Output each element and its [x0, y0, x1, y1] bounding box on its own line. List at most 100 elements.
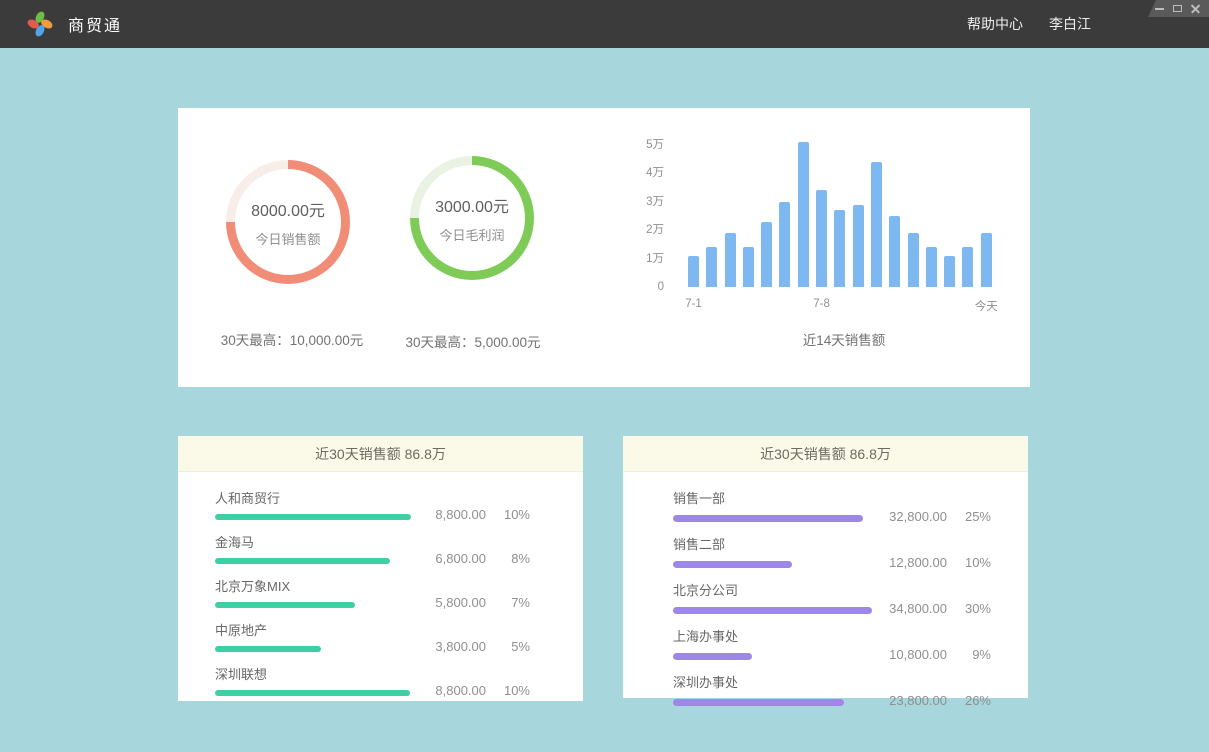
top-nav: 帮助中心 李白江 [967, 14, 1091, 34]
rank-row: 销售一部32,800.0025% [673, 488, 991, 522]
x-axis-tick: 7-1 [685, 298, 702, 310]
rank-row: 深圳联想8,800.0010% [215, 664, 530, 696]
customer-rank-card: 近30天销售额 86.8万 人和商贸行8,800.0010%金海马6,800.0… [178, 436, 583, 701]
rank-item-name: 金海马 [215, 532, 412, 551]
rank-item-percent: 25% [947, 509, 991, 524]
rank-item-bar [215, 514, 411, 520]
y-axis-tick: 4万 [646, 166, 664, 180]
rank-item-name: 销售一部 [673, 488, 873, 507]
daily-sales-bar [853, 205, 864, 287]
dept-rank-title: 近30天销售额 86.8万 [623, 436, 1028, 472]
daily-sales-bar [743, 247, 754, 287]
y-axis-tick: 1万 [646, 252, 664, 266]
y-axis-tick: 2万 [646, 223, 664, 237]
daily-sales-bar [816, 190, 827, 287]
daily-sales-bar [706, 247, 717, 287]
rank-item-percent: 7% [486, 595, 530, 610]
maximize-icon [1173, 5, 1182, 12]
nav-help-center[interactable]: 帮助中心 [967, 14, 1023, 34]
rank-item-bar [215, 602, 355, 608]
title-bar: 商贸通 帮助中心 李白江 [0, 0, 1209, 48]
rank-item-percent: 5% [486, 639, 530, 654]
daily-sales-bar [761, 222, 772, 287]
daily-sales-bar [688, 256, 699, 287]
dept-rank-card: 近30天销售额 86.8万 销售一部32,800.0025% 销售二部12,800… [623, 436, 1028, 698]
dept-rank-list: 销售一部32,800.0025% 销售二部12,800.0010% 北京分公司34,… [623, 472, 1028, 706]
rank-item-amount: 12,800.00 [873, 555, 947, 570]
rank-item-name: 北京万象MIX [215, 576, 412, 595]
rank-item-bar [673, 515, 863, 522]
daily-sales-bar [908, 233, 919, 287]
app-logo-icon [26, 10, 54, 38]
rank-item-percent: 30% [947, 601, 991, 616]
rank-row: 中原地产3,800.005% [215, 620, 530, 652]
minimize-button[interactable] [1155, 8, 1164, 10]
customer-rank-title: 近30天销售额 86.8万 [178, 436, 583, 472]
rank-item-amount: 8,800.00 [412, 507, 486, 522]
app-title: 商贸通 [68, 12, 122, 36]
minimize-icon [1155, 8, 1164, 10]
daily-sales-bar [779, 202, 790, 287]
rank-item-percent: 26% [947, 693, 991, 708]
today-profit-value: 3000.00元 [435, 193, 509, 217]
rank-item-name: 销售二部 [673, 534, 873, 553]
rank-item-amount: 34,800.00 [873, 601, 947, 616]
rank-row: 北京万象MIX5,800.007% [215, 576, 530, 608]
daily-sales-bar [834, 210, 845, 287]
daily-sales-bar [889, 216, 900, 287]
x-axis-tick: 7-8 [813, 298, 830, 310]
nav-user-name[interactable]: 李白江 [1049, 14, 1091, 34]
rank-item-name: 中原地产 [215, 620, 412, 639]
rank-item-name: 上海办事处 [673, 626, 873, 645]
today-sales-value: 8000.00元 [251, 197, 325, 221]
rank-item-amount: 8,800.00 [412, 683, 486, 698]
sales-14d-bar-chart [688, 145, 1000, 287]
daily-sales-bar [871, 162, 882, 287]
rank-item-percent: 8% [486, 551, 530, 566]
sales-chart-caption: 近14天销售额 [688, 329, 1000, 349]
daily-sales-bar [944, 256, 955, 287]
rank-item-bar [673, 699, 844, 706]
rank-item-amount: 32,800.00 [873, 509, 947, 524]
rank-item-name: 深圳办事处 [673, 672, 873, 691]
daily-sales-bar [981, 233, 992, 287]
rank-item-bar [673, 561, 792, 568]
today-profit-footnote: 30天最高：5,000.00元 [359, 331, 587, 351]
maximize-button[interactable] [1173, 5, 1182, 12]
today-summary-card: 8000.00元 今日销售额 30天最高：10,000.00元 3000.00元… [178, 108, 1030, 387]
rank-item-bar [673, 653, 752, 660]
rank-item-amount: 23,800.00 [873, 693, 947, 708]
window-controls [1143, 0, 1209, 17]
rank-item-bar [215, 646, 321, 652]
daily-sales-bar [798, 142, 809, 287]
daily-sales-bar [962, 247, 973, 287]
x-axis-tick: 今天 [975, 298, 998, 314]
rank-item-name: 人和商贸行 [215, 488, 412, 507]
customer-rank-list: 人和商贸行8,800.0010%金海马6,800.008%北京万象MIX5,80… [178, 472, 583, 696]
sales-chart-x-axis: 7-1 7-8 今天 [688, 298, 1000, 312]
today-sales-label: 今日销售额 [255, 229, 320, 248]
rank-item-percent: 10% [486, 683, 530, 698]
rank-item-name: 深圳联想 [215, 664, 412, 683]
rank-item-bar [215, 558, 390, 564]
today-profit-label: 今日毛利润 [439, 225, 504, 244]
daily-sales-bar [926, 247, 937, 287]
daily-sales-bar [725, 233, 736, 287]
rank-item-amount: 5,800.00 [412, 595, 486, 610]
rank-row: 北京分公司34,800.0030% [673, 580, 991, 614]
rank-item-amount: 6,800.00 [412, 551, 486, 566]
rank-item-amount: 3,800.00 [412, 639, 486, 654]
close-button[interactable] [1191, 4, 1200, 13]
rank-item-name: 北京分公司 [673, 580, 873, 599]
rank-item-bar [215, 690, 410, 696]
rank-row: 深圳办事处23,800.0026% [673, 672, 991, 706]
y-axis-tick: 5万 [646, 138, 664, 152]
rank-row: 上海办事处10,800.009% [673, 626, 991, 660]
y-axis-tick: 0 [658, 280, 664, 294]
rank-item-bar [673, 607, 872, 614]
today-sales-gauge: 8000.00元 今日销售额 [226, 160, 350, 284]
rank-row: 销售二部12,800.0010% [673, 534, 991, 568]
rank-item-amount: 10,800.00 [873, 647, 947, 662]
today-profit-gauge: 3000.00元 今日毛利润 [410, 156, 534, 280]
rank-item-percent: 10% [486, 507, 530, 522]
